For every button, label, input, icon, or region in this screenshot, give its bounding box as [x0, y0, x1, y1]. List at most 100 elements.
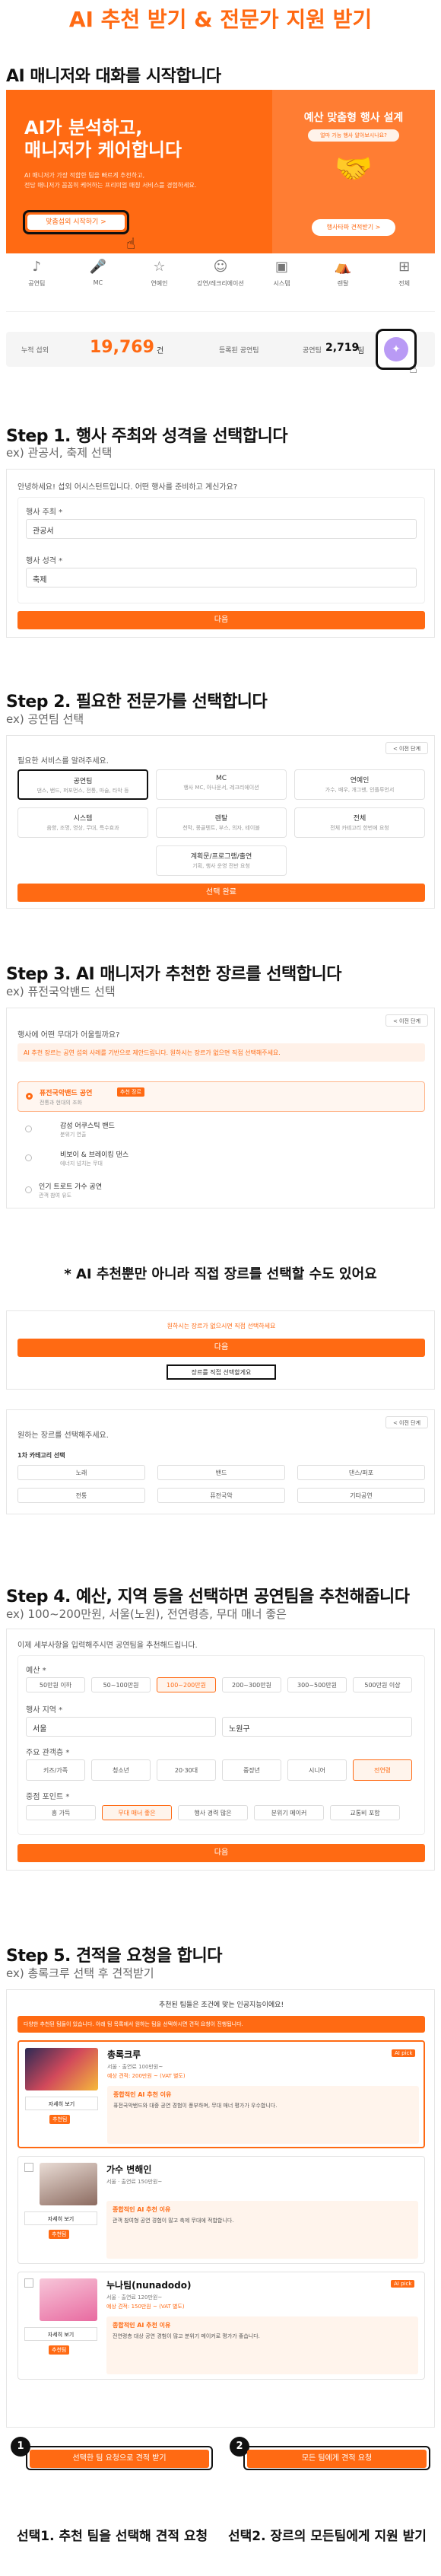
- budget-chip[interactable]: 200~300만원: [222, 1677, 281, 1692]
- budget-chip[interactable]: 50만원 이하: [26, 1677, 85, 1692]
- hero-banner: AI가 분석하고, 매니저가 케어합니다 AI 매니저가 가장 적합한 팀을 빠…: [6, 90, 435, 253]
- genre-chip[interactable]: 노래: [17, 1465, 145, 1480]
- audience-chip[interactable]: 청소년: [91, 1759, 151, 1781]
- checkbox[interactable]: [24, 2163, 33, 2172]
- team-card-1[interactable]: 자세히 보기 추천팀 총록크루 AI pick 서울 · 출연료 100만원~ …: [17, 2040, 425, 2148]
- speaker-icon: ☺: [213, 259, 228, 275]
- step2-panel: < 이전 단계 필요한 서비스를 알려주세요. 공연팀 댄스, 밴드, 퍼포먼스,…: [6, 735, 435, 909]
- audience-chip[interactable]: 중장년: [222, 1759, 281, 1781]
- right-quote-button[interactable]: 행사타파 견적받기 >: [312, 219, 395, 236]
- audience-label: 주요 관객층 *: [26, 1749, 70, 1757]
- audience-chip[interactable]: 시니어: [287, 1759, 347, 1781]
- view-detail-button[interactable]: 자세히 보기: [24, 2327, 97, 2341]
- category-rental[interactable]: ⛺ 렌탈: [316, 259, 370, 288]
- service-card-rental[interactable]: 렌탈 천막, 몽골텐트, 부스, 의자, 테이블: [156, 807, 287, 838]
- focus-chip[interactable]: 흥 가득: [26, 1805, 96, 1820]
- option-caption-1: 선택1. 추천 팀을 선택해 견적 요청: [17, 2529, 208, 2544]
- step3-note: * AI 추천뿐만 아니라 직접 장르를 선택할 수도 있어요: [64, 1266, 377, 1282]
- category-label: 연예인: [151, 280, 168, 287]
- focus-chip[interactable]: 분위기 메이커: [254, 1805, 324, 1820]
- request-all-button[interactable]: 모든 팀에게 견적 요청: [243, 2446, 430, 2470]
- genre-option-1[interactable]: 퓨전국악밴드 공연 추천 장르 전통과 현대의 조화: [17, 1081, 425, 1112]
- organizer-select[interactable]: 관공서: [26, 519, 417, 539]
- step3-prompt: 행사에 어떤 무대가 어울릴까요?: [17, 1031, 120, 1040]
- focus-label: 중점 포인트 *: [26, 1793, 70, 1801]
- step5-title: Step 5. 견적을 요청을 합니다: [6, 1947, 223, 1966]
- audience-chip[interactable]: 키즈/가족: [26, 1759, 85, 1781]
- step4-prompt: 이제 세부사항을 입력해주시면 공연팀을 추천해드립니다.: [17, 1641, 198, 1650]
- genre-chip[interactable]: 기타공연: [297, 1488, 425, 1503]
- cursor-icon: ☝: [126, 234, 136, 253]
- reason-text: 관객 참여형 공연 경험이 많고 축제 무대에 적합합니다.: [113, 2218, 234, 2224]
- focus-chip-selected[interactable]: 무대 매너 좋은: [102, 1805, 172, 1820]
- focus-chip[interactable]: 교통비 포함: [330, 1805, 400, 1820]
- step5-notice: 다양한 추천된 팀들이 있습니다. 아래 팀 목록에서 원하는 팀을 선택하시면…: [17, 2016, 425, 2033]
- genre-back-button[interactable]: < 이전 단계: [385, 1416, 428, 1428]
- reason-text: 전연령층 대상 공연 경험이 많고 분위기 메이커로 평가가 좋습니다.: [113, 2333, 260, 2339]
- service-card-celebrity[interactable]: 연예인 가수, 배우, 개그맨, 인플루언서: [294, 769, 425, 800]
- team-photo: [25, 2048, 98, 2090]
- hero-start-button[interactable]: 맞춤섭외 시작하기 >: [23, 210, 129, 234]
- category-celebrity[interactable]: ☆ 연예인: [132, 259, 186, 288]
- service-card-planning[interactable]: 계획문/프로그램/출연 기획, 행사 운영 전반 요청: [156, 845, 287, 876]
- category-mc[interactable]: 🎤 MC: [71, 259, 125, 288]
- step1-next-button[interactable]: 다음: [17, 611, 425, 629]
- focus-chip[interactable]: 행사 경력 많은: [178, 1805, 248, 1820]
- card-desc: 행사 MC, 아나운서, 레크리에이션: [183, 785, 259, 791]
- region-select[interactable]: 서울: [26, 1717, 216, 1737]
- step3-back-button[interactable]: < 이전 단계: [385, 1014, 428, 1027]
- budget-chip[interactable]: 300~500만원: [287, 1677, 347, 1692]
- direct-genre-link[interactable]: 장르를 직접 선택할게요: [167, 1364, 276, 1380]
- genre-option-4[interactable]: 인기 트로트 가수 공연 관객 참여 유도: [17, 1177, 425, 1203]
- category-performance[interactable]: ♪ 공연팀: [10, 259, 63, 288]
- genre-option-2[interactable]: 감성 어쿠스틱 밴드 분위기 연출: [17, 1116, 425, 1142]
- step1-prompt: 안녕하세요! 섭외 어시스턴트입니다. 어떤 행사를 준비하고 계신가요?: [17, 483, 238, 492]
- card-title: 연예인: [350, 777, 370, 785]
- service-card-all[interactable]: 전체 전체 카테고리 한번에 요청: [294, 807, 425, 838]
- hero-title: AI가 분석하고, 매니저가 케어합니다: [24, 117, 182, 161]
- checkbox[interactable]: [24, 2278, 33, 2288]
- card-title: MC: [215, 775, 227, 782]
- budget-chip[interactable]: 50~100만원: [91, 1677, 151, 1692]
- team-card-2[interactable]: 자세히 보기 추천팀 가수 변해인 서울 · 출연료 150만원~ 종합적인 A…: [17, 2156, 425, 2264]
- service-card-performance[interactable]: 공연팀 댄스, 밴드, 퍼포먼스, 전통, 마술, 타악 등: [17, 769, 148, 800]
- request-selected-label: 선택한 팀 요청으로 견적 받기: [30, 2450, 209, 2468]
- category-lecture[interactable]: ☺ 강연/레크리에이션: [194, 259, 247, 288]
- radio-selected: [26, 1093, 33, 1100]
- genre-option-3[interactable]: 비보이 & 브레이킹 댄스 에너지 넘치는 무대: [17, 1145, 425, 1171]
- step2-prompt: 필요한 서비스를 알려주세요.: [17, 757, 109, 766]
- grid-icon: ⊞: [398, 259, 411, 275]
- budget-chip[interactable]: 500만원 이상: [353, 1677, 412, 1692]
- stat-value-3: 2,719: [325, 342, 360, 354]
- district-select[interactable]: 노원구: [222, 1717, 412, 1737]
- audience-chip-selected[interactable]: 전연령: [353, 1759, 412, 1781]
- view-detail-button[interactable]: 자세히 보기: [25, 2097, 98, 2110]
- category-system[interactable]: ▣ 시스템: [255, 259, 309, 288]
- step2-back-button[interactable]: < 이전 단계: [385, 742, 428, 754]
- team-card-3[interactable]: 자세히 보기 추천팀 누나팀(nunadodo) AI pick 서울 · 출연…: [17, 2272, 425, 2380]
- budget-chip-selected[interactable]: 100~200만원: [157, 1677, 216, 1692]
- step4-next-button[interactable]: 다음: [17, 1844, 425, 1862]
- genre-chip[interactable]: 퓨전국악: [157, 1488, 285, 1503]
- category-label: 렌탈: [337, 280, 349, 287]
- card-desc: 기획, 행사 운영 전반 요청: [192, 863, 250, 869]
- request-selected-button[interactable]: 선택한 팀 요청으로 견적 받기: [26, 2446, 213, 2470]
- card-title: 공연팀: [73, 778, 93, 785]
- alt-next-button[interactable]: 다음: [17, 1339, 425, 1357]
- event-type-select[interactable]: 축제: [26, 568, 417, 587]
- audience-chip[interactable]: 20·30대: [157, 1759, 216, 1781]
- genre-chip[interactable]: 댄스/퍼포: [297, 1465, 425, 1480]
- category-label: 강연/레크리에이션: [197, 280, 244, 287]
- category-all[interactable]: ⊞ 전체: [378, 259, 431, 288]
- radio: [25, 1126, 32, 1132]
- service-card-mc[interactable]: MC 행사 MC, 아나운서, 레크리에이션: [156, 769, 287, 800]
- genre-chip[interactable]: 밴드: [157, 1465, 285, 1480]
- genre-chip[interactable]: 전통: [17, 1488, 145, 1503]
- stat-label-2: 등록된 공연팀: [219, 347, 259, 355]
- view-detail-button[interactable]: 자세히 보기: [24, 2211, 97, 2225]
- card-desc: 전체 카테고리 한번에 요청: [330, 825, 389, 831]
- step2-confirm-button[interactable]: 선택 완료: [17, 884, 425, 902]
- team-price: 예상 견적: 200만원 ~ (VAT 별도): [107, 2073, 186, 2079]
- recommended-badge: 추천 장르: [117, 1087, 144, 1097]
- service-card-system[interactable]: 시스템 음향, 조명, 영상, 무대, 특수효과: [17, 807, 148, 838]
